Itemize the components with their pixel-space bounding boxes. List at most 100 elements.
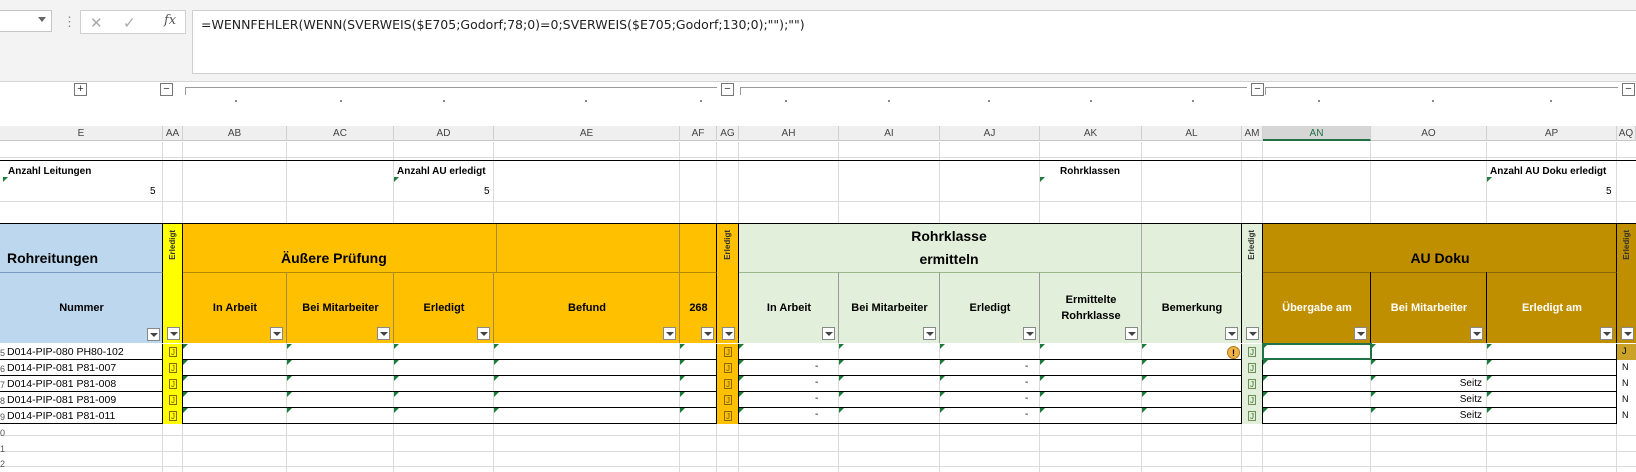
am-value[interactable]: J	[1248, 347, 1256, 357]
am-value[interactable]: J	[1248, 379, 1256, 389]
column-header-af[interactable]: AF	[680, 126, 717, 141]
ag-value[interactable]: J	[724, 363, 732, 373]
column-header-ac[interactable]: AC	[287, 126, 394, 141]
formula-input[interactable]: =WENNFEHLER(WENN(SVERWEIS($E705;Godorf;7…	[192, 10, 1636, 74]
aa-value[interactable]: J	[169, 395, 177, 405]
an-filter-icon[interactable]	[1354, 327, 1367, 340]
name-box-dropdown-icon[interactable]	[38, 17, 46, 22]
row-number[interactable]: 5	[0, 348, 6, 358]
ag-value[interactable]: J	[724, 395, 732, 405]
aq-filter-icon[interactable]	[1621, 327, 1634, 340]
ag-filter-icon[interactable]	[722, 327, 735, 340]
nummer-cell[interactable]: D014-PIP-080 PH80-102	[7, 346, 124, 358]
ah-value[interactable]: -	[815, 361, 818, 372]
ak-filter-icon[interactable]	[1125, 327, 1138, 340]
am-value[interactable]: J	[1248, 395, 1256, 405]
ab-filter-icon[interactable]	[270, 327, 283, 340]
aq-value[interactable]: N	[1622, 394, 1629, 404]
nummer-cell[interactable]: D014-PIP-081 P81-011	[7, 410, 115, 422]
cancel-icon[interactable]: ✕	[90, 14, 103, 32]
column-header-ao[interactable]: AO	[1371, 126, 1487, 141]
collapse-group-button-4[interactable]: −	[1622, 83, 1635, 96]
ah-filter-icon[interactable]	[822, 327, 835, 340]
ad-filter-icon[interactable]	[477, 327, 490, 340]
anzahl-au-doku-value[interactable]: 5	[1606, 186, 1612, 197]
expand-group-button[interactable]: +	[74, 83, 87, 96]
aj-filter-icon[interactable]	[1023, 327, 1036, 340]
formula-bar-grip-icon[interactable]: ⋮	[63, 14, 76, 30]
column-header-aj[interactable]: AJ	[940, 126, 1040, 141]
aq-cell[interactable]	[1617, 344, 1636, 360]
ah-value[interactable]: -	[815, 409, 818, 420]
column-header-ai[interactable]: AI	[839, 126, 940, 141]
ac-header: Bei Mitarbeiter	[302, 302, 379, 314]
column-header-aq[interactable]: AQ	[1617, 126, 1636, 141]
al-filter-icon[interactable]	[1225, 327, 1238, 340]
warning-circle-icon[interactable]: !	[1227, 346, 1240, 359]
ao-value[interactable]: Seitz	[1430, 410, 1482, 421]
anzahl-au-doku-label: Anzahl AU Doku erledigt	[1490, 166, 1607, 177]
column-header-ak[interactable]: AK	[1040, 126, 1142, 141]
column-header-ab[interactable]: AB	[183, 126, 287, 141]
collapse-group-button-2[interactable]: −	[721, 83, 734, 96]
aa-value[interactable]: J	[169, 347, 177, 357]
ac-filter-icon[interactable]	[377, 327, 390, 340]
row-number[interactable]: 7	[0, 380, 6, 390]
ah-value[interactable]: -	[815, 377, 818, 388]
ag-value[interactable]: J	[724, 379, 732, 389]
insert-function-icon[interactable]: fx	[164, 13, 176, 28]
selected-cell-an[interactable]	[1262, 343, 1372, 360]
ag-value[interactable]: J	[724, 347, 732, 357]
column-header-ah[interactable]: AH	[739, 126, 839, 141]
ag-value[interactable]: J	[724, 411, 732, 421]
collapse-group-button-3[interactable]: −	[1251, 83, 1264, 96]
row-number[interactable]: 9	[0, 412, 6, 422]
aj-value[interactable]: -	[1025, 409, 1028, 420]
ao-value[interactable]: Seitz	[1430, 378, 1482, 389]
nummer-cell[interactable]: D014-PIP-081 P81-008	[7, 378, 116, 390]
column-header-ae[interactable]: AE	[494, 126, 680, 141]
aa-filter-icon[interactable]	[167, 327, 180, 340]
column-header-ap[interactable]: AP	[1487, 126, 1617, 141]
aj-value[interactable]: -	[1025, 393, 1028, 404]
ah-value[interactable]: -	[815, 393, 818, 404]
aj-value[interactable]: -	[1025, 377, 1028, 388]
enter-check-icon[interactable]: ✓	[123, 14, 136, 32]
aj-value[interactable]: -	[1025, 361, 1028, 372]
column-header-am[interactable]: AM	[1242, 126, 1263, 141]
ae-filter-icon[interactable]	[663, 327, 676, 340]
aa-value[interactable]: J	[169, 411, 177, 421]
am-value[interactable]: J	[1248, 411, 1256, 421]
anzahl-leitungen-value[interactable]: 5	[150, 186, 156, 197]
row-number[interactable]: 1	[0, 444, 6, 454]
am-filter-icon[interactable]	[1246, 327, 1259, 340]
ao-filter-icon[interactable]	[1470, 327, 1483, 340]
row-number[interactable]: 6	[0, 364, 6, 374]
anzahl-au-erledigt-value[interactable]: 5	[484, 186, 490, 197]
row-number[interactable]: 2	[0, 459, 6, 469]
nummer-filter-active-icon[interactable]	[147, 328, 160, 341]
ap-filter-icon[interactable]	[1600, 327, 1613, 340]
row-number[interactable]: 8	[0, 396, 6, 406]
column-header-an[interactable]: AN	[1263, 126, 1371, 141]
column-header-e[interactable]: E	[0, 126, 163, 141]
aa-value[interactable]: J	[169, 363, 177, 373]
column-header-ad[interactable]: AD	[394, 126, 494, 141]
collapse-group-button-1[interactable]: −	[160, 83, 173, 96]
row-number[interactable]: 0	[0, 428, 6, 438]
nummer-cell[interactable]: D014-PIP-081 P81-009	[7, 394, 116, 406]
aq-value[interactable]: J	[1622, 346, 1627, 356]
nummer-cell[interactable]: D014-PIP-081 P81-007	[7, 362, 116, 374]
column-header-ag[interactable]: AG	[717, 126, 739, 141]
aq-value[interactable]: N	[1622, 362, 1629, 372]
column-header-al[interactable]: AL	[1142, 126, 1242, 141]
aq-value[interactable]: N	[1622, 410, 1629, 420]
aq-value[interactable]: N	[1622, 378, 1629, 388]
ao-value[interactable]: Seitz	[1430, 394, 1482, 405]
ai-filter-icon[interactable]	[923, 327, 936, 340]
am-value[interactable]: J	[1248, 363, 1256, 373]
aa-value[interactable]: J	[169, 379, 177, 389]
af-filter-icon[interactable]	[701, 327, 714, 340]
ah-header: In Arbeit	[766, 302, 812, 314]
column-header-aa[interactable]: AA	[163, 126, 183, 141]
